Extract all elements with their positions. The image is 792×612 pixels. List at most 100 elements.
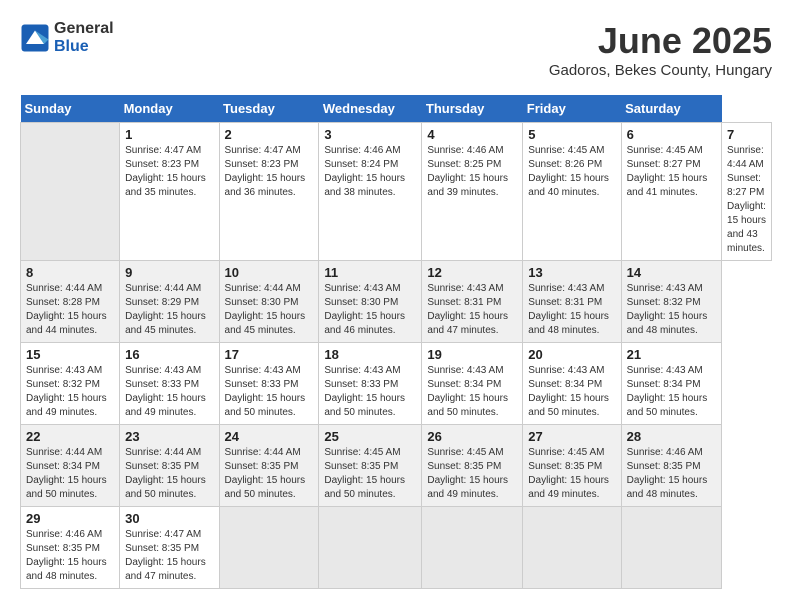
logo-icon — [20, 23, 50, 53]
calendar-header-row: SundayMondayTuesdayWednesdayThursdayFrid… — [21, 95, 772, 123]
logo: General Blue — [20, 20, 114, 55]
day-info: Sunrise: 4:45 AM Sunset: 8:26 PM Dayligh… — [528, 144, 615, 200]
calendar-week-row: 1 Sunrise: 4:47 AM Sunset: 8:23 PM Daylig… — [21, 123, 772, 261]
calendar-cell: 24 Sunrise: 4:44 AM Sunset: 8:35 PM Dayli… — [219, 425, 319, 507]
day-number: 30 — [125, 511, 213, 526]
day-info: Sunrise: 4:44 AM Sunset: 8:35 PM Dayligh… — [225, 446, 314, 502]
calendar-cell: 16 Sunrise: 4:43 AM Sunset: 8:33 PM Dayli… — [120, 343, 219, 425]
calendar-cell — [219, 507, 319, 589]
calendar-cell — [523, 507, 621, 589]
header-sunday: Sunday — [21, 95, 120, 123]
day-number: 15 — [26, 347, 114, 362]
logo-text: General Blue — [54, 20, 114, 55]
header-saturday: Saturday — [621, 95, 721, 123]
calendar-table: SundayMondayTuesdayWednesdayThursdayFrid… — [20, 95, 772, 589]
calendar-cell: 26 Sunrise: 4:45 AM Sunset: 8:35 PM Dayli… — [422, 425, 523, 507]
header-thursday: Thursday — [422, 95, 523, 123]
calendar-cell: 2 Sunrise: 4:47 AM Sunset: 8:23 PM Daylig… — [219, 123, 319, 261]
calendar-week-row: 22Sunrise: 4:44 AM Sunset: 8:34 PM Dayli… — [21, 425, 772, 507]
day-info: Sunrise: 4:44 AM Sunset: 8:28 PM Dayligh… — [26, 282, 114, 338]
day-number: 5 — [528, 127, 615, 142]
day-number: 16 — [125, 347, 213, 362]
day-number: 18 — [324, 347, 416, 362]
calendar-cell: 14Sunrise: 4:43 AM Sunset: 8:32 PM Dayli… — [621, 261, 721, 343]
header-tuesday: Tuesday — [219, 95, 319, 123]
header-monday: Monday — [120, 95, 219, 123]
calendar-title: June 2025 — [549, 20, 772, 62]
calendar-cell: 17Sunrise: 4:43 AM Sunset: 8:33 PM Dayli… — [219, 343, 319, 425]
day-info: Sunrise: 4:43 AM Sunset: 8:32 PM Dayligh… — [26, 364, 114, 420]
day-number: 11 — [324, 265, 416, 280]
calendar-cell: 27Sunrise: 4:45 AM Sunset: 8:35 PM Dayli… — [523, 425, 621, 507]
day-number: 29 — [26, 511, 114, 526]
calendar-cell: 6Sunrise: 4:45 AM Sunset: 8:27 PM Daylig… — [621, 123, 721, 261]
day-number: 10 — [225, 265, 314, 280]
day-number: 23 — [125, 429, 213, 444]
day-info: Sunrise: 4:44 AM Sunset: 8:27 PM Dayligh… — [727, 144, 766, 256]
calendar-cell: 4 Sunrise: 4:46 AM Sunset: 8:25 PM Daylig… — [422, 123, 523, 261]
calendar-subtitle: Gadoros, Bekes County, Hungary — [549, 62, 772, 79]
day-number: 3 — [324, 127, 416, 142]
calendar-cell — [422, 507, 523, 589]
day-info: Sunrise: 4:44 AM Sunset: 8:35 PM Dayligh… — [125, 446, 213, 502]
day-number: 13 — [528, 265, 615, 280]
day-info: Sunrise: 4:43 AM Sunset: 8:31 PM Dayligh… — [528, 282, 615, 338]
day-info: Sunrise: 4:43 AM Sunset: 8:30 PM Dayligh… — [324, 282, 416, 338]
day-info: Sunrise: 4:43 AM Sunset: 8:34 PM Dayligh… — [627, 364, 716, 420]
day-number: 24 — [225, 429, 314, 444]
day-info: Sunrise: 4:46 AM Sunset: 8:35 PM Dayligh… — [627, 446, 716, 502]
day-info: Sunrise: 4:43 AM Sunset: 8:34 PM Dayligh… — [427, 364, 517, 420]
calendar-week-row: 29 Sunrise: 4:46 AM Sunset: 8:35 PM Dayli… — [21, 507, 772, 589]
day-info: Sunrise: 4:44 AM Sunset: 8:34 PM Dayligh… — [26, 446, 114, 502]
calendar-cell: 22Sunrise: 4:44 AM Sunset: 8:34 PM Dayli… — [21, 425, 120, 507]
calendar-cell: 30 Sunrise: 4:47 AM Sunset: 8:35 PM Dayli… — [120, 507, 219, 589]
day-number: 12 — [427, 265, 517, 280]
day-number: 6 — [627, 127, 716, 142]
day-number: 20 — [528, 347, 615, 362]
calendar-cell — [621, 507, 721, 589]
day-number: 26 — [427, 429, 517, 444]
logo-blue: Blue — [54, 38, 114, 56]
day-number: 8 — [26, 265, 114, 280]
day-number: 7 — [727, 127, 766, 142]
day-info: Sunrise: 4:47 AM Sunset: 8:23 PM Dayligh… — [225, 144, 314, 200]
calendar-cell — [21, 123, 120, 261]
day-info: Sunrise: 4:44 AM Sunset: 8:30 PM Dayligh… — [225, 282, 314, 338]
page-header: General Blue June 2025 Gadoros, Bekes Co… — [20, 20, 772, 79]
calendar-cell: 7 Sunrise: 4:44 AM Sunset: 8:27 PM Daylig… — [722, 123, 772, 261]
calendar-cell: 15 Sunrise: 4:43 AM Sunset: 8:32 PM Dayli… — [21, 343, 120, 425]
day-info: Sunrise: 4:43 AM Sunset: 8:33 PM Dayligh… — [125, 364, 213, 420]
day-info: Sunrise: 4:43 AM Sunset: 8:33 PM Dayligh… — [225, 364, 314, 420]
calendar-cell: 9 Sunrise: 4:44 AM Sunset: 8:29 PM Daylig… — [120, 261, 219, 343]
logo-general: General — [54, 20, 114, 38]
day-info: Sunrise: 4:46 AM Sunset: 8:24 PM Dayligh… — [324, 144, 416, 200]
day-info: Sunrise: 4:46 AM Sunset: 8:35 PM Dayligh… — [26, 528, 114, 584]
day-number: 4 — [427, 127, 517, 142]
day-info: Sunrise: 4:44 AM Sunset: 8:29 PM Dayligh… — [125, 282, 213, 338]
calendar-cell — [319, 507, 422, 589]
day-info: Sunrise: 4:46 AM Sunset: 8:25 PM Dayligh… — [427, 144, 517, 200]
day-info: Sunrise: 4:43 AM Sunset: 8:33 PM Dayligh… — [324, 364, 416, 420]
day-info: Sunrise: 4:45 AM Sunset: 8:35 PM Dayligh… — [324, 446, 416, 502]
calendar-cell: 8 Sunrise: 4:44 AM Sunset: 8:28 PM Daylig… — [21, 261, 120, 343]
day-info: Sunrise: 4:45 AM Sunset: 8:35 PM Dayligh… — [528, 446, 615, 502]
day-number: 19 — [427, 347, 517, 362]
header-wednesday: Wednesday — [319, 95, 422, 123]
calendar-week-row: 8 Sunrise: 4:44 AM Sunset: 8:28 PM Daylig… — [21, 261, 772, 343]
header-friday: Friday — [523, 95, 621, 123]
calendar-cell: 19 Sunrise: 4:43 AM Sunset: 8:34 PM Dayli… — [422, 343, 523, 425]
calendar-cell: 3 Sunrise: 4:46 AM Sunset: 8:24 PM Daylig… — [319, 123, 422, 261]
day-number: 21 — [627, 347, 716, 362]
day-info: Sunrise: 4:43 AM Sunset: 8:31 PM Dayligh… — [427, 282, 517, 338]
day-info: Sunrise: 4:45 AM Sunset: 8:35 PM Dayligh… — [427, 446, 517, 502]
day-number: 9 — [125, 265, 213, 280]
calendar-cell: 25 Sunrise: 4:45 AM Sunset: 8:35 PM Dayli… — [319, 425, 422, 507]
calendar-cell: 13 Sunrise: 4:43 AM Sunset: 8:31 PM Dayli… — [523, 261, 621, 343]
day-info: Sunrise: 4:47 AM Sunset: 8:35 PM Dayligh… — [125, 528, 213, 584]
day-number: 1 — [125, 127, 213, 142]
calendar-cell: 23 Sunrise: 4:44 AM Sunset: 8:35 PM Dayli… — [120, 425, 219, 507]
day-number: 25 — [324, 429, 416, 444]
day-info: Sunrise: 4:47 AM Sunset: 8:23 PM Dayligh… — [125, 144, 213, 200]
day-number: 2 — [225, 127, 314, 142]
calendar-cell: 5 Sunrise: 4:45 AM Sunset: 8:26 PM Daylig… — [523, 123, 621, 261]
